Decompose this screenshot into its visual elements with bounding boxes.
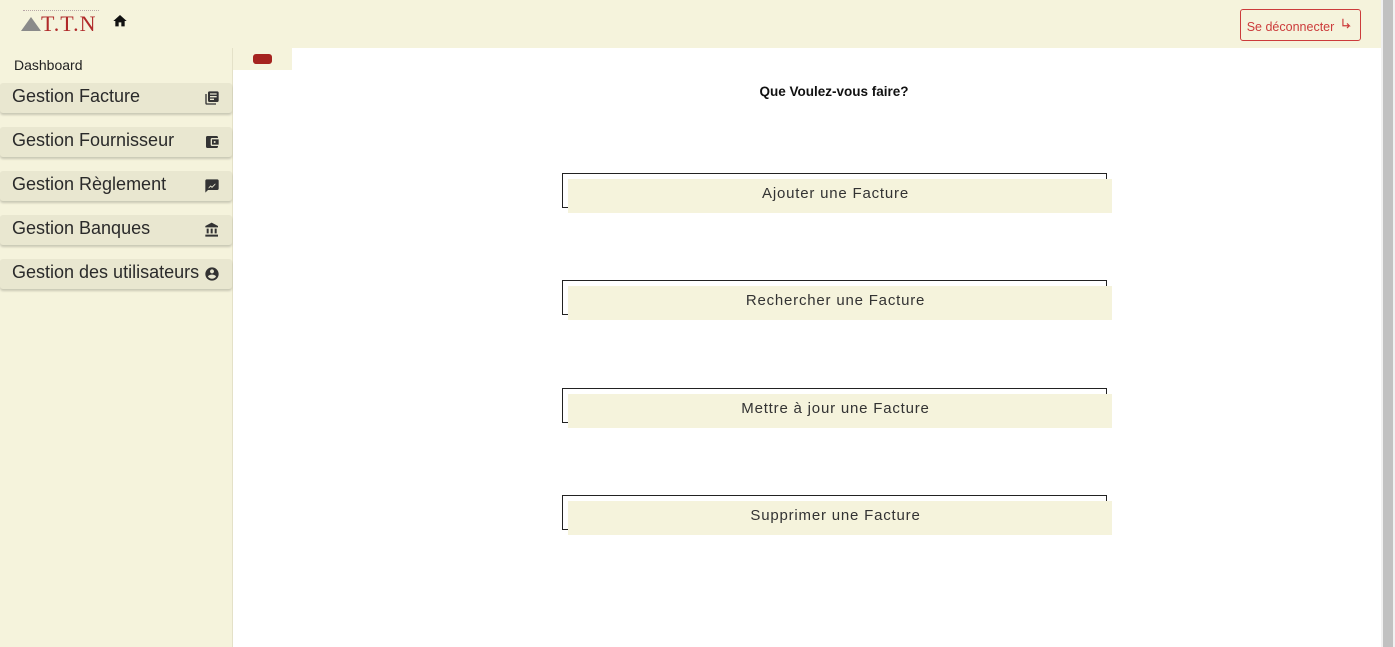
update-invoice-label: Mettre à jour une Facture [741, 399, 930, 417]
add-invoice-button[interactable]: Ajouter une Facture [562, 173, 1112, 213]
sidebar-item-label: Gestion des utilisateurs [12, 262, 200, 282]
add-invoice-label: Ajouter une Facture [762, 184, 909, 202]
dashboard-link[interactable]: Dashboard [14, 57, 83, 73]
sidebar-item-gestion-reglement[interactable]: Gestion Règlement [0, 171, 232, 201]
search-invoice-label: Rechercher une Facture [745, 291, 926, 309]
sidebar-item-label: Gestion Fournisseur [12, 130, 175, 150]
sidebar-item-gestion-facture[interactable]: Gestion Facture [0, 83, 232, 113]
tab-strip [233, 48, 292, 70]
wallet-icon [206, 136, 219, 148]
delete-invoice-button[interactable]: Supprimer une Facture [562, 495, 1112, 535]
main-content: Que Voulez-vous faire? Ajouter une Factu… [233, 48, 1381, 647]
vertical-scrollbar[interactable] [1381, 0, 1395, 647]
sidebar-toggle-button[interactable] [253, 54, 272, 64]
bank-icon [205, 222, 218, 237]
delete-invoice-label: Supprimer une Facture [750, 506, 921, 524]
invoice-list-icon [205, 91, 219, 105]
payment-chart-icon [205, 179, 219, 193]
sidebar-item-gestion-utilisateurs[interactable]: Gestion des utilisateurs [0, 259, 232, 289]
update-invoice-button[interactable]: Mettre à jour une Facture [562, 388, 1112, 428]
sidebar-item-gestion-banques[interactable]: Gestion Banques [0, 215, 232, 245]
logo-text: T.T.N [41, 11, 97, 36]
sidebar: Dashboard Gestion Facture Gestion Fourni… [0, 48, 233, 647]
sidebar-item-label: Gestion Règlement [12, 174, 167, 194]
scrollbar-thumb[interactable] [1383, 0, 1393, 647]
user-circle-icon [205, 267, 219, 281]
sidebar-item-label: Gestion Facture [12, 86, 141, 106]
home-icon[interactable] [112, 13, 128, 29]
ttn-logo[interactable]: T.T.N [19, 8, 101, 40]
logout-label: Se déconnecter [1246, 19, 1335, 34]
logout-arrow-icon [1342, 18, 1352, 29]
sidebar-item-gestion-fournisseur[interactable]: Gestion Fournisseur [0, 127, 232, 157]
logout-button[interactable]: Se déconnecter [1240, 9, 1361, 41]
top-bar: T.T.N Se déconnecter [0, 0, 1381, 48]
page-question: Que Voulez-vous faire? [759, 84, 909, 99]
search-invoice-button[interactable]: Rechercher une Facture [562, 280, 1112, 320]
sidebar-item-label: Gestion Banques [12, 218, 151, 238]
